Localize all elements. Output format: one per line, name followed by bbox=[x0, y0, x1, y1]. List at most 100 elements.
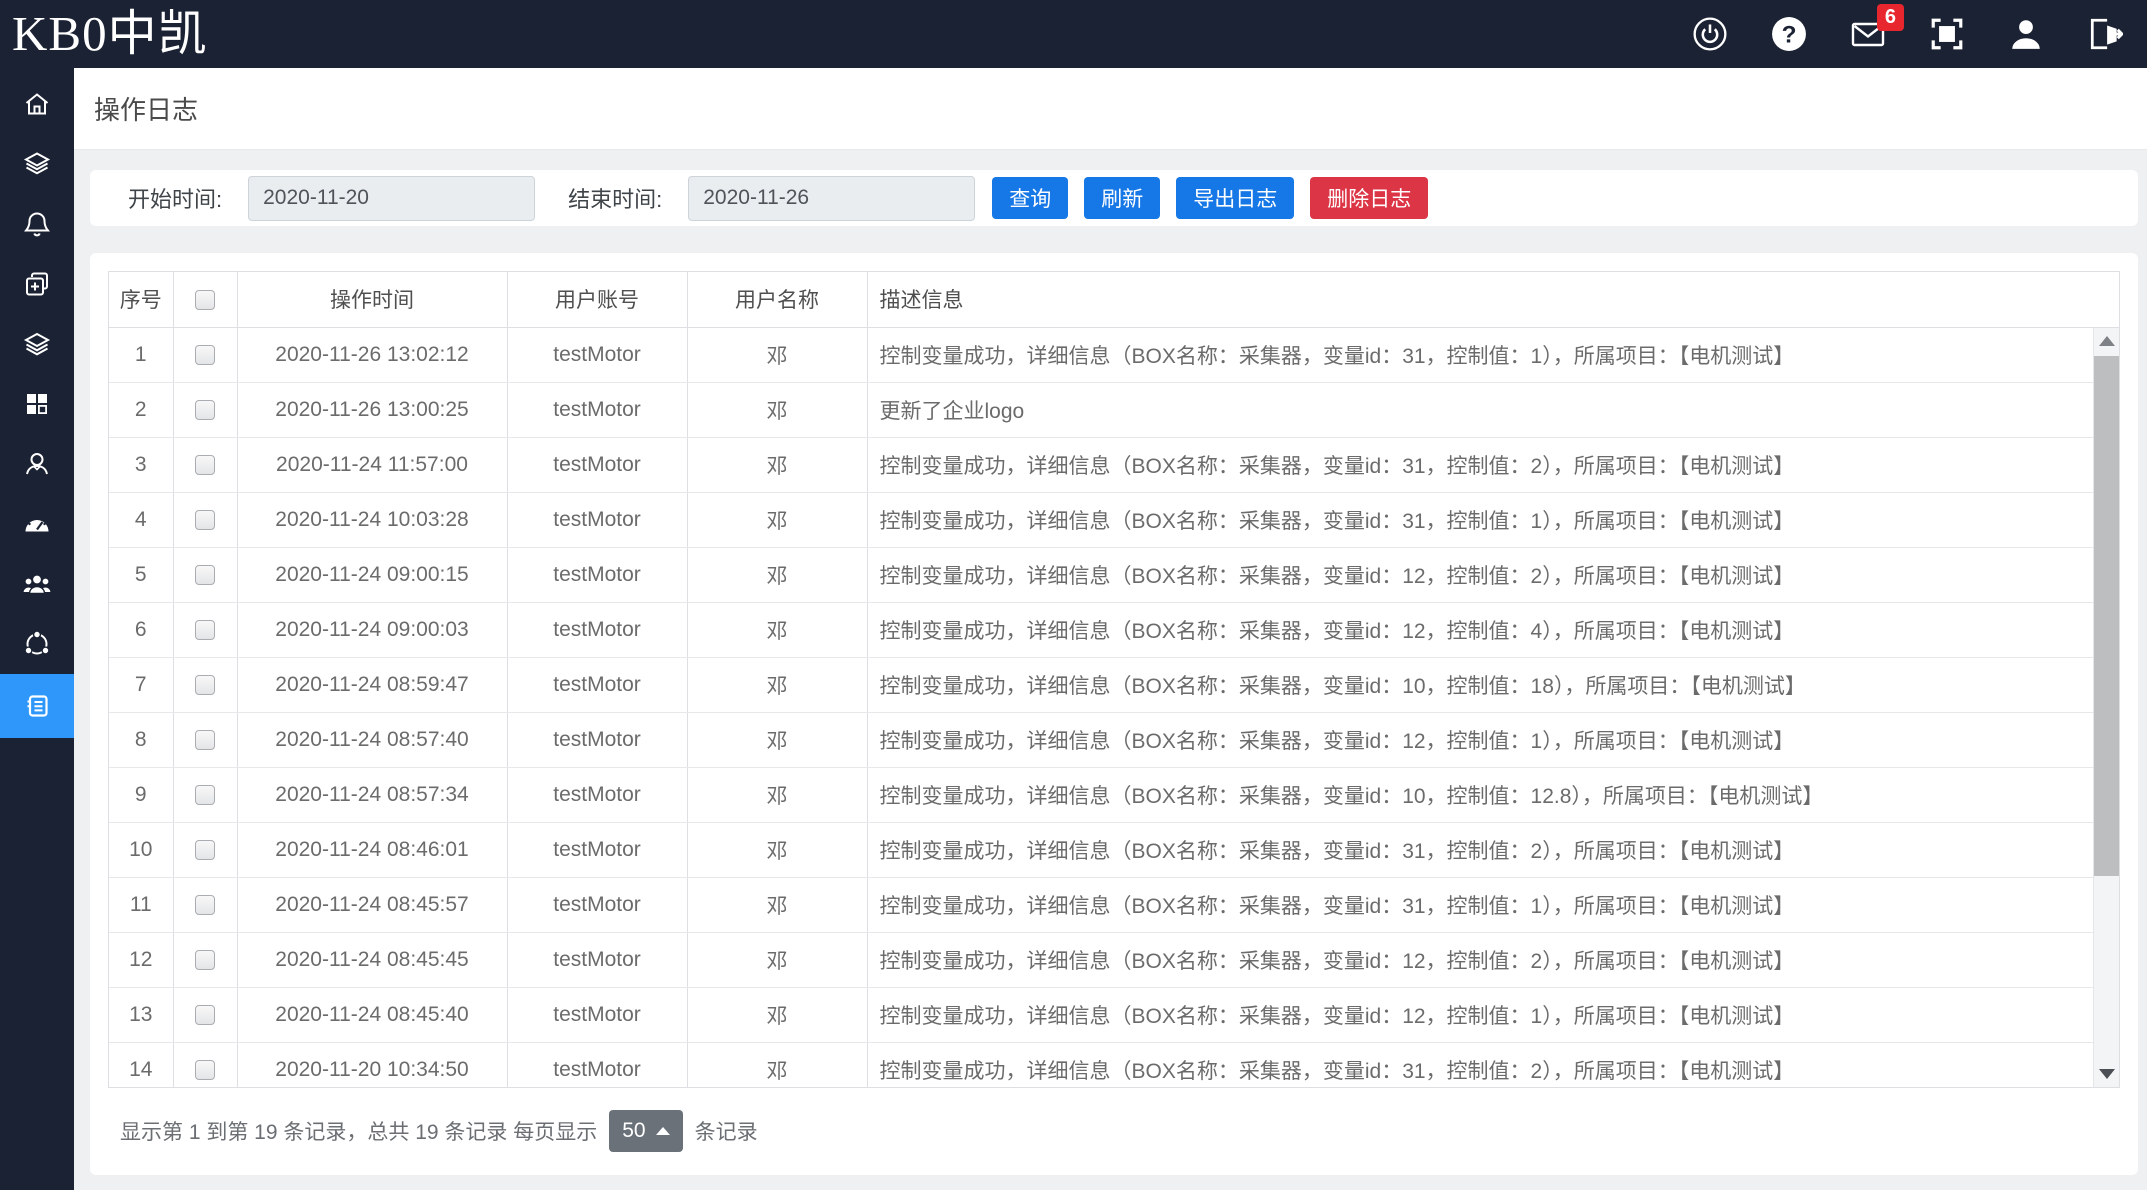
fullscreen-icon[interactable] bbox=[1929, 16, 1965, 52]
sidebar-item-add-box[interactable] bbox=[0, 254, 74, 314]
row-select-cell bbox=[173, 767, 237, 822]
row-checkbox[interactable] bbox=[195, 565, 215, 585]
page-size-select[interactable]: 50 bbox=[609, 1110, 682, 1152]
table-row: 92020-11-24 08:57:34testMotor邓控制变量成功，详细信… bbox=[109, 767, 2119, 822]
logout-icon[interactable] bbox=[2087, 16, 2123, 52]
row-checkbox[interactable] bbox=[195, 895, 215, 915]
row-checkbox[interactable] bbox=[195, 950, 215, 970]
sidebar-item-stack[interactable] bbox=[0, 314, 74, 374]
row-operation-time: 2020-11-24 09:00:15 bbox=[237, 547, 507, 602]
sidebar-item-profile[interactable] bbox=[0, 434, 74, 494]
row-number: 3 bbox=[109, 437, 173, 492]
row-operation-time: 2020-11-24 10:03:28 bbox=[237, 492, 507, 547]
row-user-account: testMotor bbox=[507, 547, 687, 602]
row-select-cell bbox=[173, 382, 237, 437]
row-checkbox[interactable] bbox=[195, 455, 215, 475]
sidebar-item-operation-log[interactable] bbox=[0, 674, 74, 738]
table-row: 122020-11-24 08:45:45testMotor邓控制变量成功，详细… bbox=[109, 932, 2119, 987]
delete-log-button[interactable]: 删除日志 bbox=[1310, 177, 1428, 219]
sidebar-item-alerts[interactable] bbox=[0, 194, 74, 254]
sidebar-item-network[interactable] bbox=[0, 614, 74, 674]
sidebar-item-user-group[interactable] bbox=[0, 554, 74, 614]
page-title: 操作日志 bbox=[94, 90, 198, 127]
row-checkbox[interactable] bbox=[195, 1060, 215, 1080]
row-operation-time: 2020-11-24 08:57:40 bbox=[237, 712, 507, 767]
query-button[interactable]: 查询 bbox=[992, 177, 1068, 219]
sidebar-item-gauge[interactable] bbox=[0, 494, 74, 554]
help-icon[interactable]: ? bbox=[1771, 16, 1807, 52]
row-select-cell bbox=[173, 327, 237, 382]
row-user-account: testMotor bbox=[507, 767, 687, 822]
row-operation-time: 2020-11-24 09:00:03 bbox=[237, 602, 507, 657]
row-description: 更新了企业logo bbox=[867, 382, 2119, 437]
header-serial: 序号 bbox=[109, 272, 173, 327]
caret-up-icon bbox=[656, 1127, 670, 1135]
row-number: 1 bbox=[109, 327, 173, 382]
row-checkbox[interactable] bbox=[195, 730, 215, 750]
row-user-name: 邓 bbox=[687, 657, 867, 712]
row-user-account: testMotor bbox=[507, 437, 687, 492]
row-select-cell bbox=[173, 1042, 237, 1088]
row-operation-time: 2020-11-24 08:45:40 bbox=[237, 987, 507, 1042]
row-checkbox[interactable] bbox=[195, 840, 215, 860]
table-row: 22020-11-26 13:00:25testMotor邓更新了企业logo bbox=[109, 382, 2119, 437]
start-time-input[interactable] bbox=[248, 176, 535, 221]
row-description: 控制变量成功，详细信息（BOX名称：采集器，变量id：10，控制值：18），所属… bbox=[867, 657, 2119, 712]
row-description: 控制变量成功，详细信息（BOX名称：采集器，变量id：12，控制值：2），所属项… bbox=[867, 547, 2119, 602]
row-checkbox[interactable] bbox=[195, 1005, 215, 1025]
scroll-down-icon[interactable] bbox=[2094, 1061, 2119, 1087]
row-checkbox[interactable] bbox=[195, 675, 215, 695]
sidebar-item-dashboard-grid[interactable] bbox=[0, 374, 74, 434]
row-number: 9 bbox=[109, 767, 173, 822]
row-description: 控制变量成功，详细信息（BOX名称：采集器，变量id：12，控制值：1），所属项… bbox=[867, 712, 2119, 767]
end-time-label: 结束时间: bbox=[568, 182, 662, 214]
row-select-cell bbox=[173, 547, 237, 602]
pagination-summary: 显示第 1 到第 19 条记录，总共 19 条记录 每页显示 bbox=[120, 1116, 597, 1146]
row-number: 11 bbox=[109, 877, 173, 932]
scroll-up-icon[interactable] bbox=[2094, 328, 2119, 354]
export-log-button[interactable]: 导出日志 bbox=[1176, 177, 1294, 219]
row-number: 13 bbox=[109, 987, 173, 1042]
row-user-name: 邓 bbox=[687, 327, 867, 382]
table-vertical-scrollbar[interactable] bbox=[2093, 328, 2119, 1087]
table-row: 132020-11-24 08:45:40testMotor邓控制变量成功，详细… bbox=[109, 987, 2119, 1042]
row-user-account: testMotor bbox=[507, 657, 687, 712]
row-user-account: testMotor bbox=[507, 877, 687, 932]
end-time-input[interactable] bbox=[688, 176, 975, 221]
topbar-icons: ? 6 bbox=[1692, 0, 2147, 68]
table-row: 142020-11-20 10:34:50testMotor邓控制变量成功，详细… bbox=[109, 1042, 2119, 1088]
sidebar-item-layers[interactable] bbox=[0, 134, 74, 194]
table-row: 72020-11-24 08:59:47testMotor邓控制变量成功，详细信… bbox=[109, 657, 2119, 712]
row-checkbox[interactable] bbox=[195, 400, 215, 420]
row-user-account: testMotor bbox=[507, 602, 687, 657]
row-user-account: testMotor bbox=[507, 492, 687, 547]
row-checkbox[interactable] bbox=[195, 510, 215, 530]
row-number: 6 bbox=[109, 602, 173, 657]
svg-text:?: ? bbox=[1782, 21, 1797, 48]
sidebar bbox=[0, 68, 74, 1190]
select-all-checkbox[interactable] bbox=[195, 290, 215, 310]
sidebar-item-home[interactable] bbox=[0, 74, 74, 134]
table-row: 42020-11-24 10:03:28testMotor邓控制变量成功，详细信… bbox=[109, 492, 2119, 547]
scrollbar-thumb[interactable] bbox=[2094, 356, 2119, 876]
message-icon[interactable]: 6 bbox=[1850, 16, 1886, 52]
header-user-account: 用户账号 bbox=[507, 272, 687, 327]
row-checkbox[interactable] bbox=[195, 620, 215, 640]
row-checkbox[interactable] bbox=[195, 345, 215, 365]
power-icon[interactable] bbox=[1692, 16, 1728, 52]
row-user-account: testMotor bbox=[507, 382, 687, 437]
row-number: 4 bbox=[109, 492, 173, 547]
row-operation-time: 2020-11-24 08:57:34 bbox=[237, 767, 507, 822]
row-checkbox[interactable] bbox=[195, 785, 215, 805]
table-row: 62020-11-24 09:00:03testMotor邓控制变量成功，详细信… bbox=[109, 602, 2119, 657]
header-select-all bbox=[173, 272, 237, 327]
brand-logo[interactable]: KB0中凯 bbox=[0, 1, 208, 67]
refresh-button[interactable]: 刷新 bbox=[1084, 177, 1160, 219]
start-time-label: 开始时间: bbox=[128, 182, 222, 214]
row-description: 控制变量成功，详细信息（BOX名称：采集器，变量id：12，控制值：2），所属项… bbox=[867, 932, 2119, 987]
row-operation-time: 2020-11-24 08:46:01 bbox=[237, 822, 507, 877]
row-user-name: 邓 bbox=[687, 437, 867, 492]
row-user-account: testMotor bbox=[507, 712, 687, 767]
row-number: 8 bbox=[109, 712, 173, 767]
user-icon[interactable] bbox=[2008, 16, 2044, 52]
